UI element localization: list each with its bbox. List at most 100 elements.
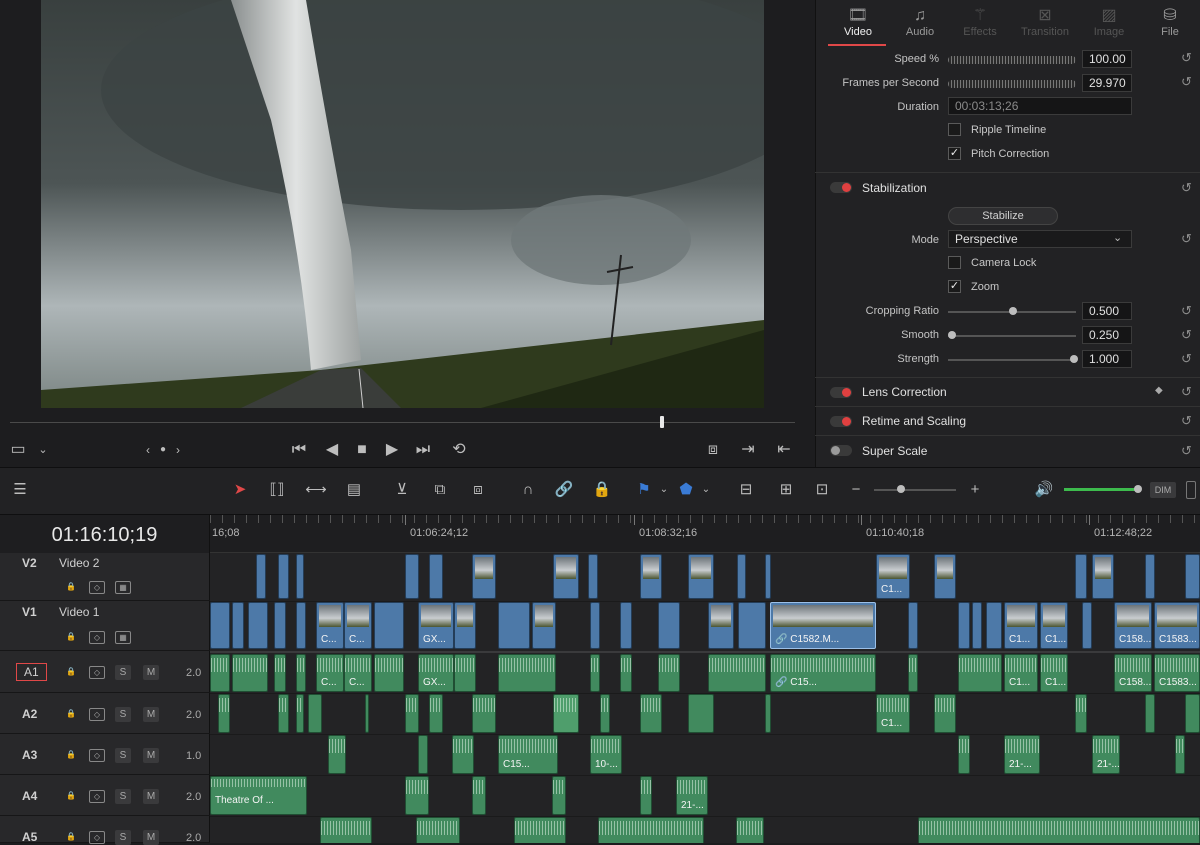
- audio-clip[interactable]: [1185, 694, 1200, 733]
- reset-icon[interactable]: ↺: [1181, 351, 1192, 367]
- fps-jog[interactable]: [948, 80, 1076, 88]
- lock-icon[interactable]: 🔒: [63, 790, 79, 803]
- audio-clip[interactable]: [658, 654, 680, 692]
- video-clip[interactable]: [1145, 554, 1155, 599]
- volume-knob[interactable]: [1134, 485, 1142, 493]
- audio-clip[interactable]: [958, 654, 1002, 692]
- video-clip[interactable]: [210, 602, 230, 649]
- prev-edit-icon[interactable]: ⇤: [774, 440, 794, 460]
- track-header-a4[interactable]: A4 🔒 ◇ S M 2.0: [0, 775, 210, 816]
- video-clip[interactable]: [590, 602, 600, 649]
- video-clip[interactable]: [765, 554, 771, 599]
- audio-clip[interactable]: [328, 735, 346, 774]
- replace-clip-icon[interactable]: ⧈: [464, 480, 492, 500]
- blade-tool-icon[interactable]: ▤: [340, 480, 368, 500]
- audio-clip[interactable]: [405, 776, 429, 815]
- film-icon[interactable]: ▦: [115, 581, 131, 594]
- zoom-full-icon[interactable]: ⊟: [732, 480, 760, 500]
- video-clip[interactable]: [658, 602, 680, 649]
- video-clip-selected[interactable]: 🔗 C1582.M...: [770, 602, 876, 649]
- audio-clip[interactable]: [405, 694, 419, 733]
- reset-icon[interactable]: ↺: [1181, 231, 1192, 247]
- audio-clip[interactable]: [308, 694, 322, 733]
- next-edit-icon[interactable]: ⇥: [738, 440, 758, 460]
- video-clip[interactable]: [737, 554, 746, 599]
- video-clip[interactable]: [248, 602, 268, 649]
- video-clip[interactable]: [1075, 554, 1087, 599]
- audio-clip[interactable]: [514, 817, 566, 843]
- video-clip[interactable]: C1...: [1004, 602, 1038, 649]
- audio-clip[interactable]: C1583...: [1154, 654, 1200, 692]
- timeline-ruler[interactable]: 16;08 01:06:24;12 01:08:32;16 01:10:40;1…: [210, 515, 1200, 553]
- audio-clip[interactable]: [908, 654, 918, 692]
- speed-field[interactable]: 100.00: [1082, 50, 1132, 68]
- video-clip[interactable]: [374, 602, 404, 649]
- lock-icon[interactable]: 🔒: [63, 581, 79, 594]
- chevron-down-icon[interactable]: ⌄: [36, 440, 50, 460]
- tab-transition[interactable]: ⊠ Transition: [1013, 6, 1077, 38]
- audio-clip[interactable]: [472, 776, 486, 815]
- video-clip[interactable]: C158...: [1114, 602, 1152, 649]
- audio-clip[interactable]: [1175, 735, 1185, 774]
- audio-clip[interactable]: [454, 654, 476, 692]
- video-clip[interactable]: [296, 602, 306, 649]
- prev-marker-icon[interactable]: ‹: [142, 440, 154, 460]
- audio-clip[interactable]: [688, 694, 714, 733]
- lock-icon[interactable]: 🔒: [63, 831, 79, 844]
- auto-select-icon[interactable]: ◇: [89, 790, 105, 803]
- chevron-down-icon[interactable]: ⌄: [692, 480, 720, 500]
- lock-icon[interactable]: 🔒: [63, 631, 79, 644]
- audio-clip[interactable]: [620, 654, 632, 692]
- video-clip[interactable]: [640, 554, 662, 599]
- audio-clip[interactable]: [1075, 694, 1087, 733]
- audio-clip[interactable]: [765, 694, 771, 733]
- audio-clip[interactable]: [452, 735, 474, 774]
- reset-icon[interactable]: ↺: [1181, 327, 1192, 343]
- tab-effects[interactable]: ⚚ Effects: [948, 6, 1012, 38]
- audio-clip[interactable]: [552, 776, 566, 815]
- video-clip[interactable]: C1...: [876, 554, 910, 599]
- solo-button[interactable]: S: [115, 748, 131, 763]
- play-icon[interactable]: ▶: [382, 440, 402, 460]
- auto-select-icon[interactable]: ◇: [89, 708, 105, 721]
- trim-tool-icon[interactable]: ⟦⟧: [263, 480, 291, 500]
- smooth-slider[interactable]: [948, 335, 1076, 337]
- reset-icon[interactable]: ↺: [1181, 443, 1192, 459]
- audio-clip[interactable]: 21-...: [1004, 735, 1040, 774]
- auto-select-icon[interactable]: ◇: [89, 631, 105, 644]
- track-header-a1[interactable]: A1 🔒 ◇ S M 2.0: [0, 653, 210, 693]
- auto-select-icon[interactable]: ◇: [89, 666, 105, 679]
- audio-clip[interactable]: 10-...: [590, 735, 622, 774]
- audio-clip[interactable]: [232, 654, 268, 692]
- audio-clip[interactable]: [934, 694, 956, 733]
- viewer-size-icon[interactable]: ▭: [10, 440, 26, 460]
- audio-clip[interactable]: [416, 817, 460, 843]
- next-marker-icon[interactable]: ›: [172, 440, 184, 460]
- audio-clip[interactable]: [600, 694, 610, 733]
- solo-button[interactable]: S: [115, 707, 131, 722]
- video-clip[interactable]: [1185, 554, 1200, 599]
- audio-clip[interactable]: [736, 817, 764, 843]
- video-clip[interactable]: [405, 554, 419, 599]
- audio-clip[interactable]: [278, 694, 289, 733]
- video-clip[interactable]: C1583...: [1154, 602, 1200, 649]
- video-clip[interactable]: [1092, 554, 1114, 599]
- audio-clip[interactable]: [429, 694, 443, 733]
- audio-clip[interactable]: [274, 654, 286, 692]
- video-clip[interactable]: [296, 554, 304, 599]
- dim-button[interactable]: DIM: [1150, 482, 1176, 498]
- film-icon[interactable]: ▦: [115, 631, 131, 644]
- retime-toggle[interactable]: [830, 416, 852, 427]
- audio-clip[interactable]: GX...: [418, 654, 454, 692]
- video-clip[interactable]: [278, 554, 289, 599]
- position-lock-icon[interactable]: 🔒: [588, 480, 616, 500]
- tab-image[interactable]: ▨ Image: [1077, 6, 1141, 38]
- audio-clip[interactable]: C1...: [1040, 654, 1068, 692]
- tab-audio[interactable]: ♫ Audio: [888, 6, 952, 38]
- audio-clip[interactable]: [708, 654, 766, 692]
- audio-clip[interactable]: [598, 817, 704, 843]
- solo-button[interactable]: S: [115, 665, 131, 680]
- zoom-custom-icon[interactable]: ⊡: [808, 480, 836, 500]
- mute-button[interactable]: M: [143, 665, 159, 680]
- lens-correction-toggle[interactable]: [830, 387, 852, 398]
